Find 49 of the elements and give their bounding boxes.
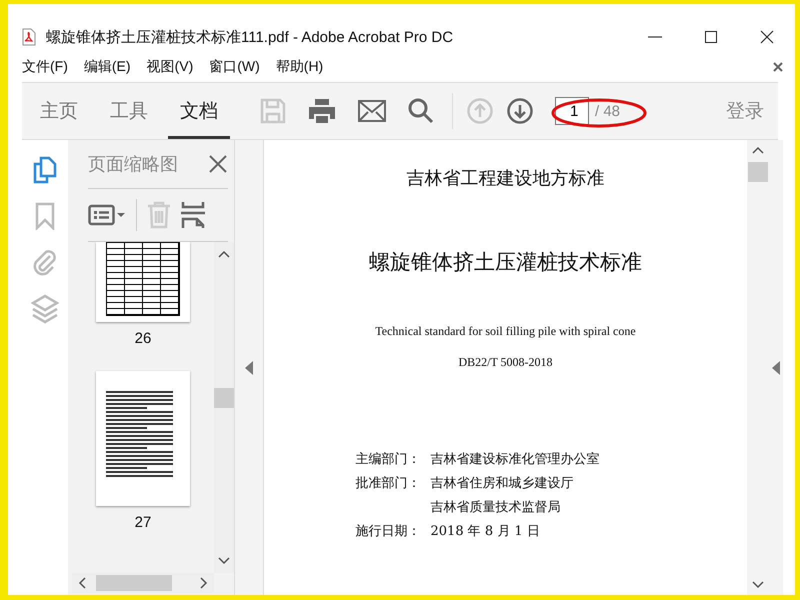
page-split-icon[interactable] bbox=[181, 201, 205, 229]
vertical-scrollbar[interactable] bbox=[747, 140, 769, 595]
window-title: 螺旋锥体挤土压灌桩技术标准111.pdf - Adobe Acrobat Pro DC bbox=[46, 28, 454, 46]
menu-item[interactable]: 窗口(W) bbox=[209, 58, 260, 76]
paperclip-icon[interactable] bbox=[32, 248, 58, 276]
vertical-scrollbar[interactable] bbox=[214, 242, 234, 573]
printer-icon[interactable] bbox=[308, 98, 336, 124]
scroll-thumb[interactable] bbox=[748, 162, 768, 182]
mail-icon[interactable] bbox=[358, 100, 386, 122]
menu-item[interactable]: 视图(V) bbox=[146, 58, 194, 76]
info-value: 吉林省质量技术监督局 bbox=[430, 499, 562, 516]
info-label: 批准部门： bbox=[356, 475, 420, 493]
page-thumbnail[interactable] bbox=[96, 371, 190, 506]
pdf-file-icon bbox=[22, 28, 36, 46]
scroll-right-icon[interactable] bbox=[200, 577, 208, 589]
menu-item[interactable]: 帮助(H) bbox=[276, 58, 324, 76]
document-heading: 吉林省工程建设地方标准 bbox=[406, 167, 604, 190]
document-title: 螺旋锥体挤土压灌桩技术标准 bbox=[369, 249, 642, 276]
document-subtitle: Technical standard for soil filling pile with spiral cone bbox=[375, 324, 636, 339]
menu-item[interactable]: 文件(F) bbox=[22, 58, 68, 76]
pages-icon[interactable] bbox=[32, 156, 58, 184]
search-icon[interactable] bbox=[408, 98, 434, 124]
scroll-left-icon[interactable] bbox=[78, 577, 86, 589]
options-icon[interactable] bbox=[88, 203, 126, 227]
page-number: 27 bbox=[134, 514, 152, 531]
panel-title: 页面缩略图 bbox=[88, 153, 178, 176]
menu-item[interactable]: 编辑(E) bbox=[84, 58, 131, 76]
horizontal-scrollbar[interactable] bbox=[72, 573, 214, 593]
toolbar-tab[interactable]: 工具 bbox=[98, 83, 160, 139]
scroll-down-icon[interactable] bbox=[218, 557, 230, 565]
collapse-left-icon[interactable] bbox=[245, 360, 253, 374]
scroll-up-icon[interactable] bbox=[752, 146, 764, 154]
info-value: 2018 年 8 月 1 日 bbox=[430, 523, 541, 540]
page-number: 26 bbox=[134, 330, 152, 347]
toolbar-tab[interactable]: 主页 bbox=[28, 83, 90, 139]
scroll-down-icon[interactable] bbox=[752, 581, 764, 589]
page-count: / 48 bbox=[595, 102, 620, 120]
info-label: 主编部门： bbox=[356, 451, 420, 468]
info-value: 吉林省住房和城乡建设厅 bbox=[430, 475, 574, 492]
close-icon[interactable] bbox=[759, 29, 775, 45]
info-label: 施行日期： bbox=[356, 523, 420, 540]
info-value: 吉林省建设标准化管理办公室 bbox=[430, 451, 600, 468]
page-thumbnail-with-table[interactable] bbox=[96, 242, 190, 322]
maximize-icon[interactable] bbox=[703, 29, 719, 45]
scroll-thumb[interactable] bbox=[214, 388, 234, 408]
scroll-up-icon[interactable] bbox=[218, 250, 230, 258]
scroll-thumb[interactable] bbox=[96, 575, 172, 591]
standard-code: DB22/T 5008-2018 bbox=[458, 355, 553, 370]
expand-right-panel-icon[interactable] bbox=[772, 360, 780, 374]
